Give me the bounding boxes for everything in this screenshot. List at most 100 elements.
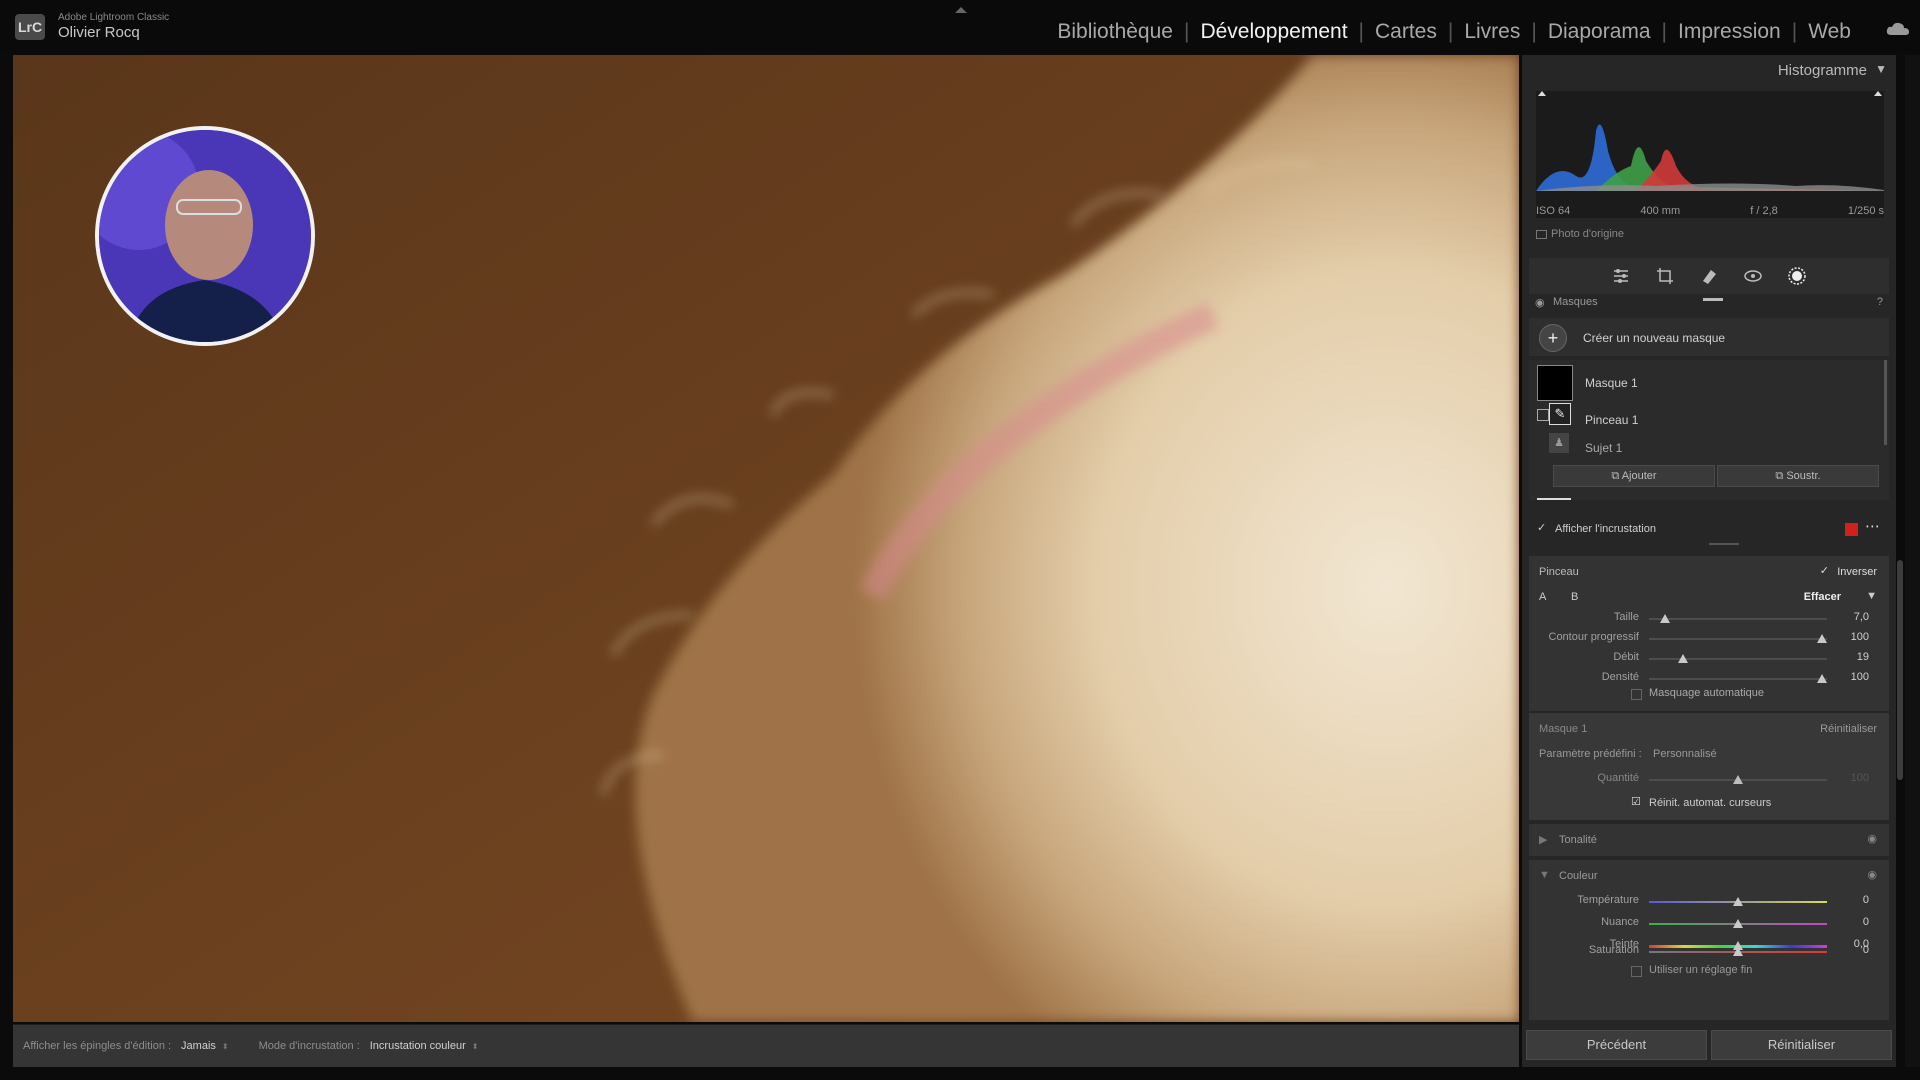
- collapse-triangle-icon[interactable]: ▼: [1539, 869, 1550, 881]
- expand-triangle-icon[interactable]: ▶: [1539, 833, 1547, 846]
- chevron-updown-icon[interactable]: ⬍: [472, 1042, 479, 1051]
- tone-title: Tonalité: [1559, 834, 1597, 846]
- preset-select[interactable]: Personnalisé: [1653, 748, 1717, 760]
- healing-icon[interactable]: [1699, 266, 1719, 286]
- slider-value[interactable]: 7,0: [1829, 611, 1869, 623]
- slider-track[interactable]: [1649, 638, 1827, 640]
- color-title: Couleur: [1559, 870, 1598, 882]
- mask-list-scrollbar[interactable]: [1884, 360, 1887, 445]
- subject-icon[interactable]: ♟: [1549, 433, 1569, 453]
- amount-label: Quantité: [1597, 772, 1639, 784]
- brush-title: Pinceau: [1539, 566, 1579, 578]
- subtract-button[interactable]: ⧉ Soustr.: [1717, 465, 1879, 487]
- brush-item-label[interactable]: Pinceau 1: [1585, 413, 1638, 427]
- reset-button[interactable]: Réinitialiser: [1711, 1030, 1892, 1060]
- auto-mask-checkbox[interactable]: [1631, 689, 1642, 700]
- slider-track[interactable]: [1649, 678, 1827, 680]
- fine-adjust-label[interactable]: Utiliser un réglage fin: [1649, 964, 1752, 976]
- preset-label: Paramètre prédéfini :: [1539, 748, 1642, 760]
- overlay-mode-select[interactable]: Incrustation couleur: [370, 1040, 466, 1052]
- panel-scrollbar[interactable]: [1897, 560, 1903, 780]
- fine-adjust-checkbox[interactable]: [1631, 966, 1642, 977]
- amount-slider-thumb[interactable]: [1733, 775, 1743, 784]
- crop-icon[interactable]: [1655, 266, 1675, 286]
- check-icon[interactable]: ☑: [1631, 795, 1641, 808]
- second-mask-thumbnail[interactable]: [1537, 498, 1571, 500]
- reset-mask-button[interactable]: Réinitialiser: [1820, 723, 1877, 735]
- module-book[interactable]: Livres: [1453, 20, 1531, 44]
- slider-thumb[interactable]: [1733, 947, 1743, 957]
- visibility-icon[interactable]: [1537, 409, 1549, 421]
- slider-thumb[interactable]: [1816, 674, 1827, 683]
- slider-thumb[interactable]: [1733, 919, 1743, 928]
- masking-icon[interactable]: [1787, 266, 1807, 286]
- erase-tab[interactable]: Effacer: [1804, 591, 1841, 603]
- shadow-clip-icon[interactable]: [1538, 91, 1546, 96]
- aperture: f / 2,8: [1750, 205, 1778, 217]
- amount-value[interactable]: 100: [1829, 772, 1869, 784]
- check-icon[interactable]: ✓: [1820, 564, 1829, 577]
- add-button[interactable]: ⧉ Ajouter: [1553, 465, 1715, 487]
- previous-button[interactable]: Précédent: [1526, 1030, 1707, 1060]
- subject-item-label[interactable]: Sujet 1: [1585, 441, 1622, 455]
- brush-dropdown-icon[interactable]: ▼: [1866, 590, 1877, 602]
- photo-icon: [1536, 229, 1547, 239]
- overlay-color-swatch[interactable]: [1845, 523, 1858, 536]
- drag-handle[interactable]: [1709, 543, 1739, 545]
- auto-reset-label[interactable]: Réinit. automat. curseurs: [1649, 797, 1771, 809]
- chevron-updown-icon[interactable]: ⬍: [222, 1042, 229, 1051]
- mask-item-label[interactable]: Masque 1: [1585, 376, 1638, 390]
- cloud-icon[interactable]: [1886, 22, 1910, 36]
- auto-mask-label[interactable]: Masquage automatique: [1649, 687, 1764, 699]
- module-develop[interactable]: Développement: [1189, 20, 1358, 44]
- lrc-logo: LrC: [15, 14, 45, 40]
- slider-value[interactable]: 0: [1829, 916, 1869, 928]
- slider-value[interactable]: 100: [1829, 671, 1869, 683]
- slider-value[interactable]: 0: [1829, 894, 1869, 906]
- module-print[interactable]: Impression: [1667, 20, 1792, 44]
- histogram-header[interactable]: Histogramme ▼: [1523, 58, 1895, 88]
- slider-label: Débit: [1613, 651, 1639, 663]
- brush-b-tab[interactable]: B: [1571, 591, 1578, 603]
- check-icon[interactable]: ✓: [1537, 521, 1546, 534]
- collapse-triangle-icon[interactable]: ▼: [1875, 62, 1887, 76]
- module-map[interactable]: Cartes: [1364, 20, 1448, 44]
- red-eye-icon[interactable]: [1743, 266, 1763, 286]
- mask-thumbnail[interactable]: [1537, 365, 1573, 401]
- camera-info: ISO 64 400 mm f / 2,8 1/250 s: [1536, 205, 1884, 217]
- brush-icon[interactable]: ✎: [1549, 403, 1571, 425]
- eye-icon[interactable]: ◉: [1867, 832, 1877, 845]
- brush-a-tab[interactable]: A: [1539, 591, 1546, 603]
- create-mask-row[interactable]: + Créer un nouveau masque: [1529, 318, 1889, 356]
- slider-thumb[interactable]: [1677, 654, 1688, 663]
- right-edge: [1905, 55, 1920, 1067]
- top-panel-toggle-icon[interactable]: [955, 0, 967, 13]
- module-slideshow[interactable]: Diaporama: [1537, 20, 1662, 44]
- eye-icon[interactable]: ◉: [1867, 868, 1877, 881]
- slider-thumb[interactable]: [1816, 634, 1827, 643]
- highlight-clip-icon[interactable]: [1874, 91, 1882, 96]
- edit-sliders-icon[interactable]: [1611, 266, 1631, 286]
- slider-track[interactable]: [1649, 658, 1827, 660]
- slider-value[interactable]: 100: [1829, 631, 1869, 643]
- drag-handle[interactable]: [1703, 298, 1723, 301]
- invert-label[interactable]: Inverser: [1837, 566, 1877, 578]
- plus-icon[interactable]: +: [1539, 324, 1567, 352]
- more-options-icon[interactable]: ⋯: [1865, 517, 1880, 535]
- slider-value[interactable]: 0: [1829, 944, 1869, 956]
- slider-track[interactable]: [1649, 618, 1827, 620]
- show-overlay-label[interactable]: Afficher l'incrustation: [1555, 523, 1656, 535]
- slider-value[interactable]: 19: [1829, 651, 1869, 663]
- module-web[interactable]: Web: [1797, 20, 1862, 44]
- create-mask-label[interactable]: Créer un nouveau masque: [1583, 331, 1725, 345]
- module-library[interactable]: Bibliothèque: [1046, 20, 1184, 44]
- slider-thumb[interactable]: [1733, 897, 1743, 906]
- original-photo-checkbox[interactable]: Photo d'origine: [1536, 228, 1624, 240]
- mask-list: Masque 1 ✎ Pinceau 1 ♟ Sujet 1 ⧉ Ajouter…: [1529, 360, 1889, 500]
- help-icon[interactable]: ?: [1877, 296, 1883, 308]
- slider-thumb[interactable]: [1660, 614, 1671, 623]
- eye-icon[interactable]: ◉: [1535, 296, 1545, 309]
- histogram[interactable]: [1536, 91, 1884, 218]
- edit-pins-select[interactable]: Jamais: [181, 1040, 216, 1052]
- tone-panel[interactable]: ▶ Tonalité ◉: [1529, 824, 1889, 856]
